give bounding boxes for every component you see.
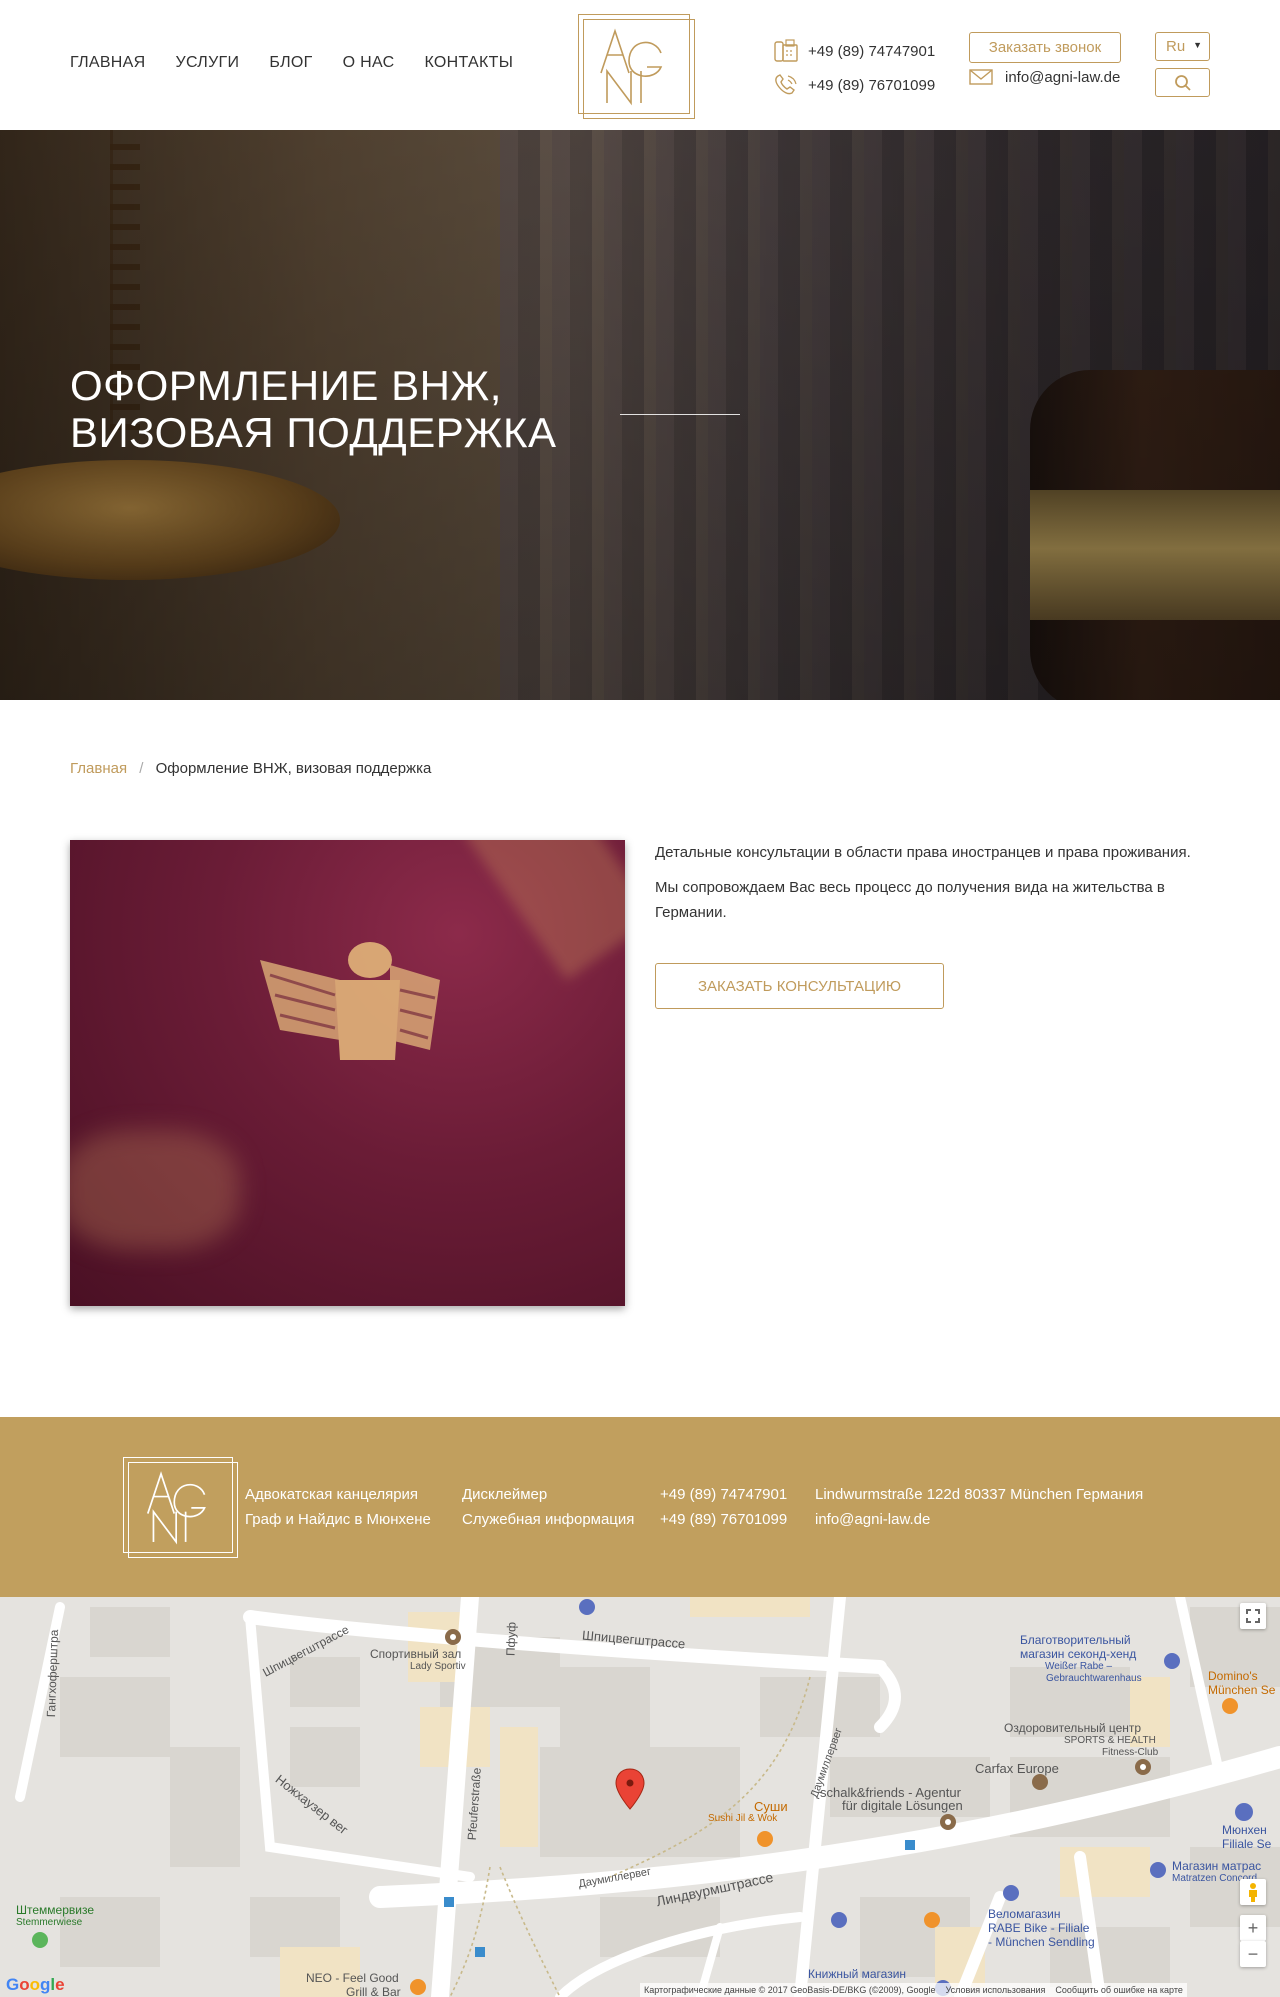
page-title-line-1: ОФОРМЛЕНИЕ ВНЖ, <box>70 362 502 409</box>
search-button[interactable] <box>1155 68 1210 97</box>
map-label: Пфуф <box>503 1621 519 1657</box>
footer-firm-line-2: Граф и Найдис в Мюнхене <box>245 1511 431 1528</box>
logo-monogram-icon <box>600 28 663 106</box>
map-label: Суши <box>754 1799 788 1814</box>
footer-firm-line-1: Адвокатская канцелярия <box>245 1486 419 1503</box>
map-label: Веломагазин <box>988 1907 1061 1921</box>
breadcrumb-separator: / <box>139 760 144 777</box>
map-label: Магазин матрас <box>1172 1859 1262 1873</box>
description-paragraph-2: Мы сопровождаем Вас весь процесс до полу… <box>655 879 1165 921</box>
footer-contacts: Lindwurmstraße 122d 80337 München Герман… <box>815 1482 1143 1532</box>
map-label: Stemmerwiese <box>16 1917 83 1928</box>
phone-row-1: +49 (89) 74747901 <box>772 34 935 68</box>
nav-blog[interactable]: БЛОГ <box>269 54 312 72</box>
phone-icon <box>775 74 797 95</box>
passport-lower-text-blur <box>70 1130 240 1250</box>
language-select[interactable]: Ru ▼ <box>1155 32 1210 61</box>
description-paragraph-1: Детальные консультации в области права и… <box>655 844 1191 861</box>
google-logo: Google <box>6 1975 65 1994</box>
map-label: магазин секонд-хенд <box>1020 1647 1137 1661</box>
header-phone-1[interactable]: +49 (89) 74747901 <box>808 43 935 60</box>
map-copyright: Картографические данные © 2017 GeoBasis-… <box>644 1985 936 1995</box>
nav-contacts[interactable]: КОНТАКТЫ <box>424 54 513 72</box>
eagle-emblem-icon <box>260 942 440 1060</box>
phone-row-2: +49 (89) 76701099 <box>772 68 935 102</box>
footer-disclaimer-link[interactable]: Дисклеймер <box>462 1482 634 1507</box>
fullscreen-icon <box>1246 1609 1260 1623</box>
footer-logo-monogram-icon <box>146 1471 206 1545</box>
pegman-icon <box>1249 1883 1257 1902</box>
map-label: Оздоровительный центр <box>1004 1721 1142 1735</box>
map-label: NEO - Feel Good <box>306 1971 399 1985</box>
nav-home[interactable]: ГЛАВНАЯ <box>70 54 146 72</box>
map-label: Lady Sportiv <box>410 1661 466 1672</box>
language-value: Ru <box>1166 38 1186 55</box>
passport-image <box>70 840 625 1306</box>
footer-address: Lindwurmstraße 122d 80337 München Герман… <box>815 1486 1144 1503</box>
footer-service-info-link[interactable]: Служебная информация <box>462 1507 634 1532</box>
main-nav: ГЛАВНАЯ УСЛУГИ БЛОГ О НАС КОНТАКТЫ <box>70 54 513 72</box>
map-report-link[interactable]: Сообщить об ошибке на карте <box>1055 1985 1182 1995</box>
map-label: Благотворительный <box>1020 1633 1131 1647</box>
fax-icon <box>774 39 798 62</box>
site-header: ГЛАВНАЯ УСЛУГИ БЛОГ О НАС КОНТАКТЫ +49 (… <box>0 0 1280 130</box>
breadcrumb: Главная / Оформление ВНЖ, визовая поддер… <box>70 760 431 777</box>
header-email-row: info@agni-law.de <box>969 68 1120 86</box>
map-label: Gebrauchtwarenhaus <box>1046 1673 1142 1684</box>
mail-icon <box>969 69 993 85</box>
street-view-pegman[interactable] <box>1240 1879 1266 1905</box>
passport-text-blur <box>463 840 625 981</box>
footer-phones: +49 (89) 74747901 +49 (89) 76701099 <box>660 1482 787 1532</box>
nav-about[interactable]: О НАС <box>343 54 395 72</box>
footer-email[interactable]: info@agni-law.de <box>815 1507 1143 1532</box>
map-label: für digitale Lösungen <box>842 1798 963 1813</box>
footer-firm: Адвокатская канцелярия Граф и Найдис в М… <box>245 1482 431 1532</box>
map-label: Grill & Bar <box>346 1985 401 1997</box>
map-label: München Se <box>1208 1683 1276 1697</box>
header-email[interactable]: info@agni-law.de <box>1005 69 1120 86</box>
nav-services[interactable]: УСЛУГИ <box>176 54 240 72</box>
header-phones: +49 (89) 74747901 +49 (89) 76701099 <box>772 34 935 102</box>
map-label: Штеммервизе <box>16 1903 94 1917</box>
page-title: ОФОРМЛЕНИЕ ВНЖ, ВИЗОВАЯ ПОДДЕРЖКА <box>70 362 557 456</box>
map-label: Filiale Se <box>1222 1837 1272 1851</box>
site-footer: Адвокатская канцелярия Граф и Найдис в М… <box>0 1417 1280 1597</box>
header-phone-2[interactable]: +49 (89) 76701099 <box>808 77 935 94</box>
footer-phone-1[interactable]: +49 (89) 74747901 <box>660 1482 787 1507</box>
map-attribution: Картографические данные © 2017 GeoBasis-… <box>640 1983 1187 1997</box>
map-label: Книжный магазин <box>808 1967 907 1981</box>
chevron-down-icon: ▼ <box>1193 40 1202 50</box>
breadcrumb-current: Оформление ВНЖ, визовая поддержка <box>155 760 432 777</box>
hero-divider <box>620 414 740 415</box>
map-label: Мюнхен <box>1222 1823 1267 1837</box>
page-title-line-2: ВИЗОВАЯ ПОДДЕРЖКА <box>70 409 557 456</box>
map-label: Carfax Europe <box>975 1761 1059 1776</box>
location-map[interactable]: Гангхоферштра Шпицвегштрассе Шпицвегштра… <box>0 1597 1280 1997</box>
map-label: Domino's <box>1208 1669 1258 1683</box>
map-label: RABE Bike - Filiale <box>988 1921 1090 1935</box>
footer-phone-2[interactable]: +49 (89) 76701099 <box>660 1507 787 1532</box>
map-terms-link[interactable]: Условия использования <box>946 1985 1046 1995</box>
search-icon <box>1174 74 1191 91</box>
breadcrumb-home[interactable]: Главная <box>70 760 127 777</box>
map-label: - München Sendling <box>988 1935 1095 1949</box>
map-label: Fitness-Club <box>1102 1747 1159 1758</box>
map-zoom-in-button[interactable]: + <box>1240 1915 1266 1941</box>
footer-logo[interactable] <box>123 1457 238 1558</box>
map-fullscreen-button[interactable] <box>1240 1603 1266 1629</box>
map-label: SPORTS & HEALTH <box>1064 1735 1156 1746</box>
service-description: Детальные консультации в области права и… <box>655 840 1215 935</box>
callback-button[interactable]: Заказать звонок <box>969 32 1121 63</box>
map-zoom-out-button[interactable]: − <box>1240 1941 1266 1967</box>
order-consultation-button[interactable]: ЗАКАЗАТЬ КОНСУЛЬТАЦИЮ <box>655 963 944 1009</box>
site-logo[interactable] <box>578 14 695 119</box>
hero-banner: ОФОРМЛЕНИЕ ВНЖ, ВИЗОВАЯ ПОДДЕРЖКА <box>0 130 1280 700</box>
footer-links: Дисклеймер Служебная информация <box>462 1482 634 1532</box>
map-label: Sushi Jil & Wok <box>708 1813 778 1824</box>
map-label: Weißer Rabe – <box>1045 1661 1113 1672</box>
map-label: Спортивный зал <box>370 1647 462 1661</box>
